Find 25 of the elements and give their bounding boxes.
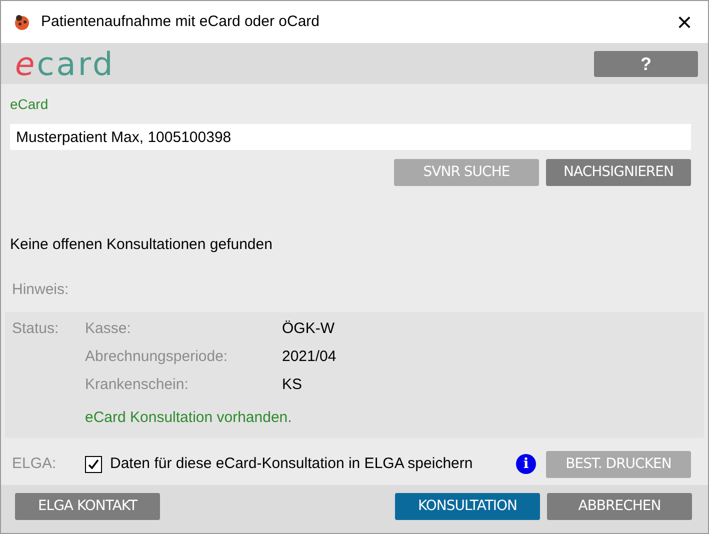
field-value: ÖGK-W [282,319,334,339]
action-button[interactable]: NACHSIGNIEREN [546,159,691,186]
checkbox-label: Daten für diese eCard-Konsultation in ELGA speichern [110,454,473,474]
checkbox[interactable] [85,456,102,472]
status-label: Status: [12,319,60,339]
close-button[interactable]: × [672,9,696,35]
hint-label: Hinweis: [11,280,70,300]
ladybug-icon [13,13,31,31]
patient-field[interactable]: Musterpatient Max, 1005100398 [10,124,691,150]
ecard-logo: ecard [15,48,115,80]
field-label: Abrechnungsperiode: [85,347,229,367]
dialog-button[interactable]: KONSULTATION [395,492,540,520]
window-title: Patientenaufnahme mit eCard oder oCard [41,12,320,32]
dialog-button[interactable]: ABBRECHEN [547,492,692,520]
field-label: Kasse: [85,319,132,339]
field-value: 2021/04 [282,347,336,367]
section-label: eCard [10,95,50,114]
info-icon[interactable]: i [516,454,536,474]
help-button[interactable]: ? [594,50,698,76]
status-note: eCard Konsultation vorhanden. [85,408,293,428]
message-text: Keine offenen Konsultationen gefunden [9,235,274,255]
elga-label: ELGA: [12,454,58,474]
field-label: Krankenschein: [85,375,190,395]
contact-button[interactable]: ELGA KONTAKT [15,492,160,520]
field-value: KS [282,375,302,395]
